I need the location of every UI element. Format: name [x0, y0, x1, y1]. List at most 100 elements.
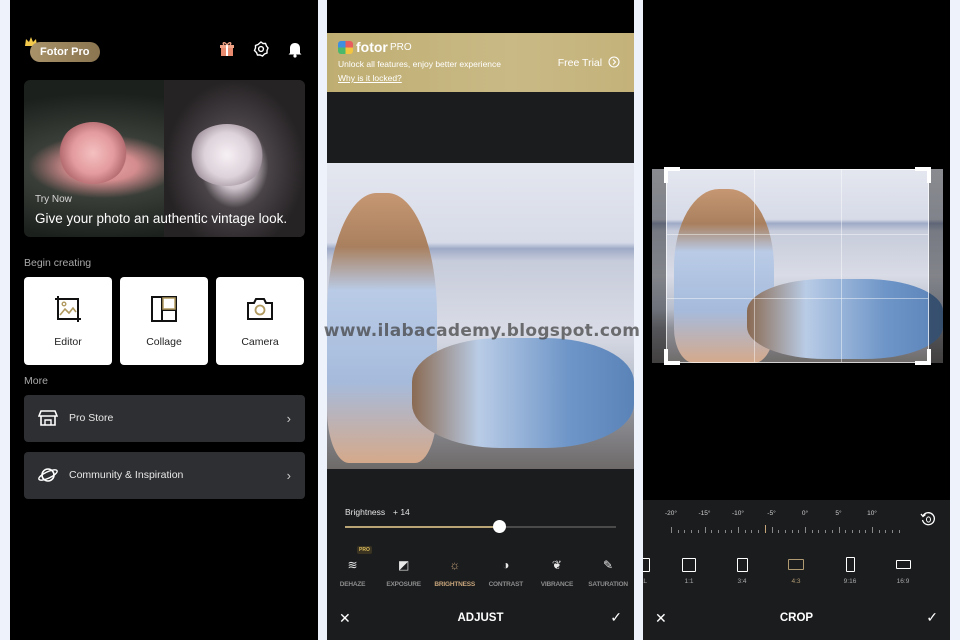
ruler-tick — [704, 527, 706, 533]
camera-icon — [247, 298, 273, 320]
collage-tile[interactable]: Collage — [120, 277, 208, 365]
leaf-icon: ❦ — [551, 558, 562, 572]
fotor-pro-badge[interactable]: Fotor Pro — [30, 42, 100, 62]
photo-canvas[interactable] — [327, 163, 634, 469]
ruler-tick — [697, 530, 699, 533]
ratio-option-16x9[interactable]: 16:9 — [883, 553, 923, 585]
fotor-brand: fotor — [356, 39, 388, 55]
tool-label: BRIGHTNESS — [434, 581, 476, 588]
slider-knob[interactable] — [493, 520, 507, 533]
slider-value: + 14 — [393, 507, 410, 517]
ratio-option-4x3[interactable]: 4:3 — [776, 553, 816, 585]
ruler-tick — [872, 527, 873, 533]
ratio-option-al[interactable]: AL — [643, 553, 663, 585]
tool-vibrance[interactable]: ❦ VIBRANCE — [531, 550, 582, 594]
ruler-tick — [717, 530, 719, 533]
tool-exposure[interactable]: ◩ EXPOSURE — [378, 550, 429, 594]
ruler-label: 5° — [835, 510, 842, 517]
status-bar-area — [327, 0, 634, 33]
ruler-tick — [885, 530, 887, 533]
ratio-option-1x1[interactable]: 1:1 — [669, 553, 709, 585]
rotate-reset-icon[interactable] — [920, 511, 936, 527]
crop-handle-top-left[interactable] — [664, 167, 680, 183]
ruler-tick — [724, 530, 726, 533]
crop-handle-bottom-right[interactable] — [915, 349, 931, 365]
ruler-tick — [764, 525, 766, 533]
ruler-tick — [711, 530, 713, 533]
ruler-tick — [838, 527, 840, 533]
free-trial-button[interactable]: Free Trial — [558, 56, 620, 69]
adjust-tools: ≋ PRO DEHAZE ◩ EXPOSURE ☼ BRIGHTNESS ◑ CONTRAST ❦… — [327, 546, 634, 594]
crop-screen: -20° -15° -10° -5° 0° 5° 10° AL 1:1 3:4 4:3 9:16 16… — [643, 0, 950, 640]
brightness-icon: ☼ — [449, 558, 461, 572]
vintage-promo-card[interactable]: Try Now Give your photo an authentic vin… — [24, 80, 305, 237]
editor-tile[interactable]: Editor — [24, 277, 112, 365]
chevron-right-icon: › — [286, 468, 291, 483]
community-row[interactable]: Community & Inspiration › — [24, 452, 305, 499]
tool-contrast[interactable]: ◑ CONTRAST — [480, 550, 531, 594]
pro-tag: PRO — [357, 546, 372, 554]
crop-frame[interactable] — [664, 167, 931, 365]
adjust-bottom-bar: ✕ ADJUST ✓ — [327, 598, 634, 640]
brightness-slider[interactable] — [345, 520, 616, 533]
ratio-shape-icon — [845, 557, 855, 572]
ruler-tick — [858, 530, 860, 533]
create-tiles: Editor Collage Camera — [24, 277, 304, 365]
collage-label: Collage — [146, 336, 182, 348]
watermark-text: www.ilabacademy.blogspot.com — [323, 321, 641, 341]
why-locked-link[interactable]: Why is it locked? — [338, 73, 402, 83]
ruler-label: -5° — [767, 510, 776, 517]
grid-line — [753, 170, 755, 362]
camera-tile[interactable]: Camera — [216, 277, 304, 365]
tool-dehaze[interactable]: ≋ PRO DEHAZE — [327, 546, 378, 594]
white-rose-image — [188, 124, 266, 186]
crop-outside-left — [652, 169, 666, 363]
ruler-tick — [865, 530, 867, 533]
settings-icon[interactable] — [252, 40, 270, 58]
ratio-option-9x16[interactable]: 9:16 — [830, 553, 870, 585]
photo-subject-man — [412, 338, 634, 448]
ruler-tick — [805, 527, 806, 533]
fotor-logo-icon — [338, 41, 353, 54]
gift-icon[interactable] — [218, 40, 236, 58]
ruler-tick — [778, 530, 780, 533]
ruler-tick — [831, 530, 833, 533]
ratio-option-3x4[interactable]: 3:4 — [722, 553, 762, 585]
ratio-label: 1:1 — [684, 578, 694, 585]
ruler-tick — [751, 530, 753, 533]
begin-creating-label: Begin creating — [24, 257, 92, 269]
contrast-icon: ◑ — [502, 558, 510, 572]
ruler-tick — [771, 527, 773, 533]
tool-label: DEHAZE — [339, 581, 366, 588]
confirm-button[interactable]: ✓ — [610, 609, 622, 626]
ratio-label: 4:3 — [791, 578, 801, 585]
ruler-tick — [784, 530, 786, 533]
tool-saturation[interactable]: ✎ SATURATION — [582, 550, 633, 594]
adjust-screen: fotor PRO Unlock all features, enjoy bet… — [327, 0, 634, 640]
ratio-label: 16:9 — [896, 578, 910, 585]
crop-image-icon — [55, 296, 81, 322]
pro-banner[interactable]: fotor PRO Unlock all features, enjoy bet… — [327, 33, 634, 92]
rotation-ruler[interactable]: -20° -15° -10° -5° 0° 5° 10° — [661, 507, 906, 537]
top-icons — [218, 40, 304, 58]
chevron-right-icon: › — [286, 411, 291, 426]
pro-store-row[interactable]: Pro Store › — [24, 395, 305, 442]
crop-handle-bottom-left[interactable] — [664, 349, 680, 365]
editor-label: Editor — [54, 336, 82, 348]
tool-label: EXPOSURE — [386, 581, 421, 588]
grid-line — [667, 297, 928, 299]
collage-icon — [151, 296, 177, 322]
bell-icon[interactable] — [286, 40, 304, 58]
tool-label: SATURATION — [588, 581, 628, 588]
tool-brightness[interactable]: ☼ BRIGHTNESS — [429, 550, 480, 594]
ruler-tick — [677, 530, 679, 533]
crop-bottom-bar: ✕ CROP ✓ — [643, 598, 950, 640]
pro-label: PRO — [390, 42, 412, 53]
ruler-tick — [731, 530, 733, 533]
confirm-button[interactable]: ✓ — [926, 609, 938, 626]
arrow-circle-icon — [608, 56, 620, 68]
crop-handle-top-right[interactable] — [915, 167, 931, 183]
ruler-tick — [878, 530, 880, 533]
aspect-ratio-options: AL 1:1 3:4 4:3 9:16 16:9 — [643, 553, 950, 593]
ratio-shape-icon — [682, 557, 696, 572]
